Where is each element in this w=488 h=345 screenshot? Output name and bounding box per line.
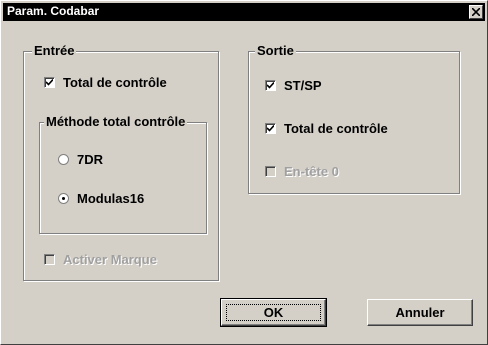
entree-group-label: Entrée <box>32 43 77 58</box>
entree-total-controle-checkbox[interactable]: Total de contrôle <box>44 75 167 90</box>
radio-modulas16-label: Modulas16 <box>77 191 145 206</box>
sortie-total-controle-checkbox[interactable]: Total de contrôle <box>265 121 388 136</box>
cancel-button-label: Annuler <box>395 305 445 320</box>
sortie-group-label: Sortie <box>255 43 296 58</box>
close-button[interactable] <box>469 5 483 19</box>
checkmark-icon <box>46 79 53 86</box>
radio-circle[interactable] <box>58 193 69 204</box>
entete-0-label: En-tête 0 <box>284 164 339 179</box>
checkmark-icon <box>267 125 274 132</box>
radio-circle[interactable] <box>58 154 69 165</box>
ok-button[interactable]: OK <box>220 298 327 327</box>
entree-total-controle-label: Total de contrôle <box>63 75 167 90</box>
checkbox-box[interactable] <box>265 80 276 91</box>
entete-0-checkbox: En-tête 0 <box>265 164 339 179</box>
title-bar[interactable]: Param. Codabar <box>3 3 485 21</box>
activer-marque-label: Activer Marque <box>63 252 157 267</box>
cancel-button[interactable]: Annuler <box>367 299 473 326</box>
window-title: Param. Codabar <box>7 4 100 18</box>
checkmark-icon <box>267 82 274 89</box>
focus-indicator <box>226 304 321 321</box>
checkbox-box[interactable] <box>265 123 276 134</box>
checkbox-box <box>265 166 276 177</box>
activer-marque-checkbox: Activer Marque <box>44 252 157 267</box>
methode-group: Méthode total contrôle <box>39 114 207 234</box>
radio-7dr[interactable]: 7DR <box>58 152 103 167</box>
radio-selected-dot <box>62 197 65 200</box>
st-sp-label: ST/SP <box>284 78 322 93</box>
methode-group-label: Méthode total contrôle <box>44 114 188 129</box>
close-icon <box>472 8 480 16</box>
st-sp-checkbox[interactable]: ST/SP <box>265 78 322 93</box>
checkbox-box[interactable] <box>44 77 55 88</box>
sortie-total-controle-label: Total de contrôle <box>284 121 388 136</box>
checkbox-box <box>44 254 55 265</box>
radio-7dr-label: 7DR <box>77 152 104 167</box>
dialog-window: Param. Codabar Entrée Total de contrôle … <box>0 0 488 345</box>
radio-modulas16[interactable]: Modulas16 <box>58 191 144 206</box>
